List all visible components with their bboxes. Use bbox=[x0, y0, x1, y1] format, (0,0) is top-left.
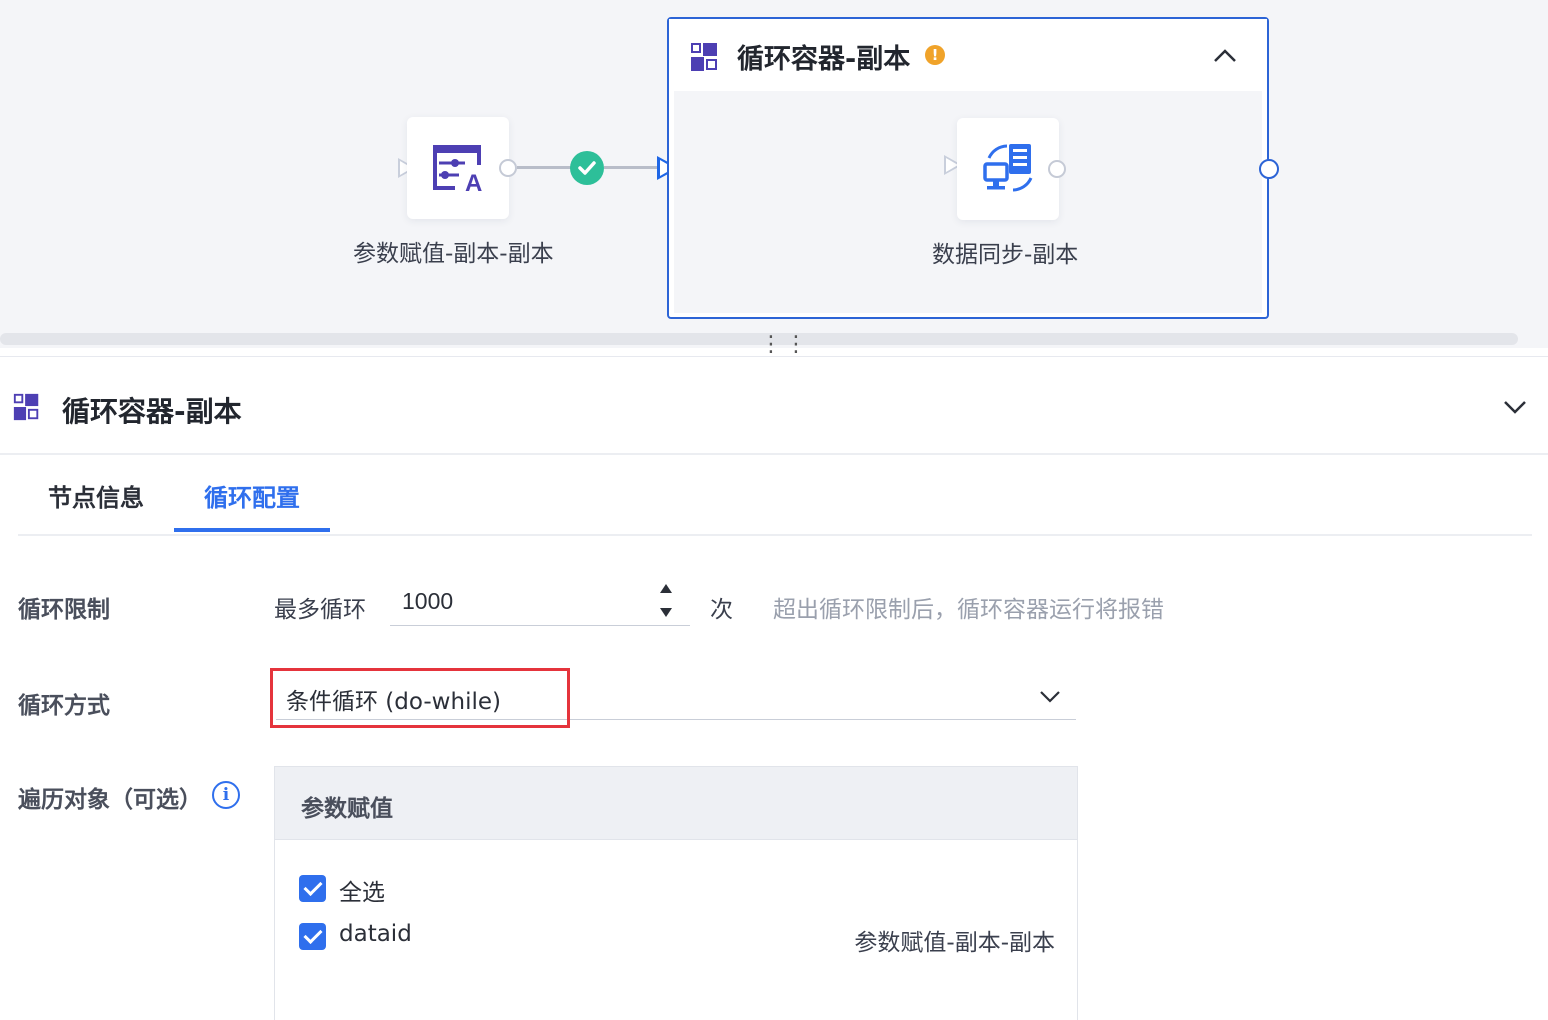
container-header[interactable]: 循环容器-副本 ! bbox=[669, 19, 1267, 91]
table-header-label: 参数赋值 bbox=[301, 796, 393, 822]
workflow-canvas[interactable]: A 参数赋值-副本-副本 循环容器-副本 ! 数据同步-副本 bbox=[0, 0, 1548, 348]
loop-container-icon bbox=[691, 43, 717, 71]
panel-tabs: 节点信息 循环配置 bbox=[18, 456, 1532, 536]
data-sync-node-label: 数据同步-副本 bbox=[932, 242, 1079, 268]
svg-text:A: A bbox=[465, 170, 482, 197]
edge-line[interactable] bbox=[517, 166, 571, 169]
param-assign-node-label: 参数赋值-副本-副本 bbox=[353, 241, 554, 267]
container-output-port[interactable] bbox=[1259, 159, 1279, 179]
select-all-checkbox[interactable] bbox=[299, 875, 326, 902]
panel-header: 循环容器-副本 bbox=[0, 358, 1548, 455]
select-all-label: 全选 bbox=[339, 880, 385, 906]
param-assign-node[interactable]: A bbox=[407, 117, 509, 219]
loop-mode-label: 循环方式 bbox=[18, 693, 110, 719]
list-item[interactable]: 全选 bbox=[299, 871, 1059, 907]
loop-limit-stepper[interactable]: 1000 bbox=[390, 578, 690, 626]
param-assign-icon: A bbox=[433, 145, 482, 197]
canvas-horizontal-scrollbar[interactable] bbox=[0, 333, 1518, 345]
loop-limit-unit: 次 bbox=[710, 597, 733, 623]
iterate-object-label: 遍历对象（可选） bbox=[18, 787, 202, 813]
panel-splitter[interactable] bbox=[0, 356, 1548, 357]
loop-mode-select[interactable]: 条件循环 (do-while) bbox=[276, 670, 1076, 720]
data-sync-node[interactable] bbox=[957, 118, 1059, 220]
tab-loop-config[interactable]: 循环配置 bbox=[204, 478, 300, 513]
node-output-port[interactable] bbox=[499, 159, 517, 177]
chevron-down-icon[interactable] bbox=[1038, 684, 1062, 708]
list-item[interactable]: dataid 参数赋值-副本-副本 bbox=[299, 919, 1059, 956]
success-check-icon[interactable] bbox=[570, 151, 604, 185]
container-title: 循环容器-副本 bbox=[737, 44, 911, 75]
decrement-arrow-icon[interactable] bbox=[660, 608, 672, 617]
item-label: dataid bbox=[339, 921, 412, 947]
chevron-up-icon[interactable] bbox=[1211, 41, 1239, 69]
item-checkbox[interactable] bbox=[299, 923, 326, 950]
loop-container-icon bbox=[13, 393, 39, 421]
chevron-down-icon[interactable] bbox=[1500, 392, 1530, 422]
panel-title: 循环容器-副本 bbox=[62, 395, 242, 428]
table-header: 参数赋值 bbox=[275, 767, 1077, 840]
data-sync-icon bbox=[983, 144, 1033, 192]
edge-line[interactable] bbox=[604, 166, 660, 169]
loop-limit-prefix: 最多循环 bbox=[274, 597, 366, 623]
active-tab-indicator bbox=[174, 528, 330, 532]
warning-icon[interactable]: ! bbox=[925, 45, 945, 65]
loop-mode-value[interactable]: 条件循环 (do-while) bbox=[286, 682, 501, 716]
info-icon[interactable]: i bbox=[212, 781, 240, 809]
item-source: 参数赋值-副本-副本 bbox=[854, 930, 1055, 956]
tab-node-info[interactable]: 节点信息 bbox=[48, 478, 144, 513]
resize-grip-icon[interactable]: ⋮⋮ bbox=[760, 334, 810, 356]
increment-arrow-icon[interactable] bbox=[660, 584, 672, 593]
iterate-object-table: 参数赋值 全选 dataid 参数赋值-副本-副本 bbox=[274, 766, 1078, 1020]
loop-container-node[interactable]: 循环容器-副本 ! 数据同步-副本 bbox=[667, 17, 1279, 319]
loop-limit-label: 循环限制 bbox=[18, 597, 110, 623]
node-output-port[interactable] bbox=[1048, 160, 1066, 178]
container-body[interactable]: 数据同步-副本 bbox=[674, 91, 1262, 313]
loop-limit-value[interactable]: 1000 bbox=[402, 588, 453, 615]
loop-limit-hint: 超出循环限制后，循环容器运行将报错 bbox=[773, 597, 1164, 623]
